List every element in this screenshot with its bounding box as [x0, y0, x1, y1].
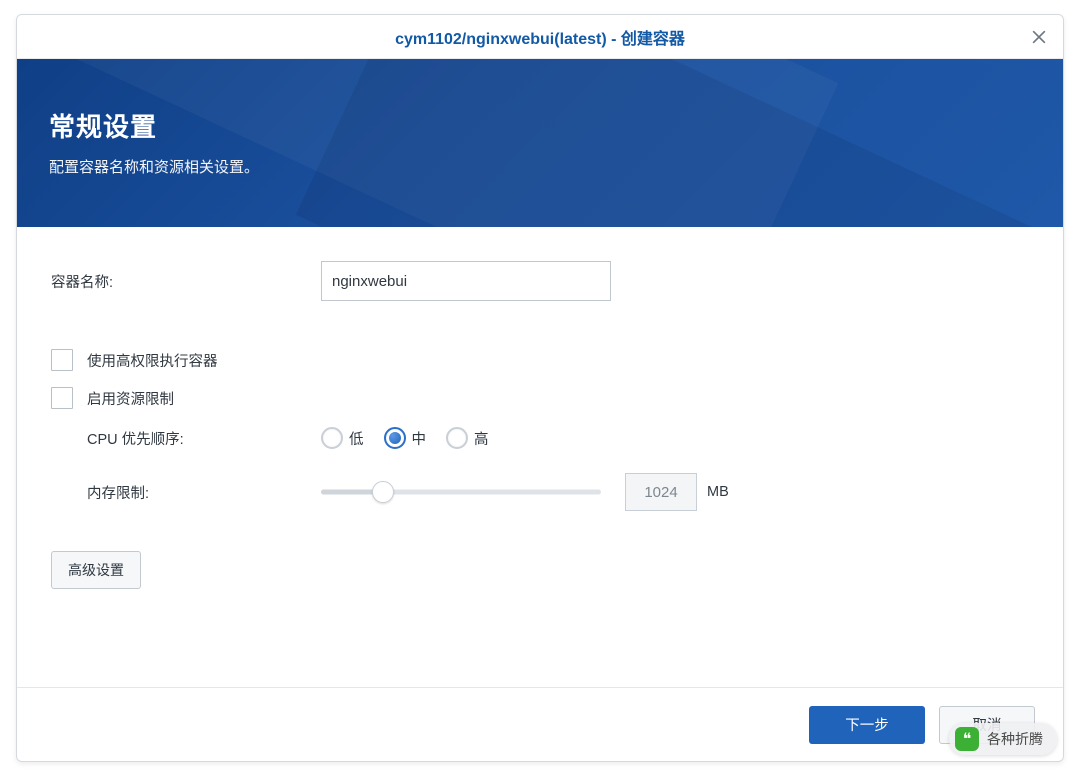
watermark-text: 各种折腾 [987, 729, 1043, 749]
cpu-priority-label: CPU 优先顺序: [87, 428, 321, 449]
cpu-priority-radios: 低 中 高 [321, 427, 489, 449]
slider-thumb-icon[interactable] [372, 481, 394, 503]
resource-limit-checkbox-row: 启用资源限制 [51, 387, 1029, 409]
wechat-icon: ❝ [955, 727, 979, 751]
advanced-settings-button[interactable]: 高级设置 [51, 551, 141, 589]
memory-value-field[interactable]: 1024 [625, 473, 697, 511]
dialog-footer: 下一步 取消 [17, 687, 1063, 761]
container-name-input[interactable] [321, 261, 611, 301]
cpu-priority-high[interactable]: 高 [446, 427, 489, 449]
dialog-window: cym1102/nginxwebui(latest) - 创建容器 常规设置 配… [16, 14, 1064, 762]
form-body: 容器名称: 使用高权限执行容器 启用资源限制 CPU 优先顺序: 低 [17, 227, 1063, 687]
radio-icon [384, 427, 406, 449]
radio-icon [321, 427, 343, 449]
memory-limit-row: 内存限制: 1024 MB [51, 473, 1029, 511]
radio-icon [446, 427, 468, 449]
memory-limit-label: 内存限制: [87, 482, 321, 503]
privileged-checkbox-row: 使用高权限执行容器 [51, 349, 1029, 371]
container-name-row: 容器名称: [51, 261, 1029, 301]
cpu-priority-low[interactable]: 低 [321, 427, 364, 449]
privileged-label: 使用高权限执行容器 [87, 350, 218, 371]
close-icon[interactable] [1029, 27, 1049, 47]
resource-limit-label: 启用资源限制 [87, 388, 174, 409]
privileged-checkbox[interactable] [51, 349, 73, 371]
next-button[interactable]: 下一步 [809, 706, 925, 744]
watermark-badge: ❝ 各种折腾 [949, 723, 1057, 755]
hero-banner: 常规设置 配置容器名称和资源相关设置。 [17, 59, 1063, 227]
page-title: 常规设置 [49, 107, 1063, 144]
window-title: cym1102/nginxwebui(latest) - 创建容器 [395, 25, 685, 49]
memory-slider[interactable] [321, 480, 601, 504]
resource-limit-checkbox[interactable] [51, 387, 73, 409]
container-name-label: 容器名称: [51, 271, 321, 292]
page-subtitle: 配置容器名称和资源相关设置。 [49, 156, 1063, 177]
memory-unit: MB [707, 484, 729, 500]
titlebar: cym1102/nginxwebui(latest) - 创建容器 [17, 15, 1063, 59]
memory-limit-controls: 1024 MB [321, 473, 729, 511]
cpu-priority-mid[interactable]: 中 [384, 427, 427, 449]
cpu-priority-row: CPU 优先顺序: 低 中 高 [51, 427, 1029, 449]
